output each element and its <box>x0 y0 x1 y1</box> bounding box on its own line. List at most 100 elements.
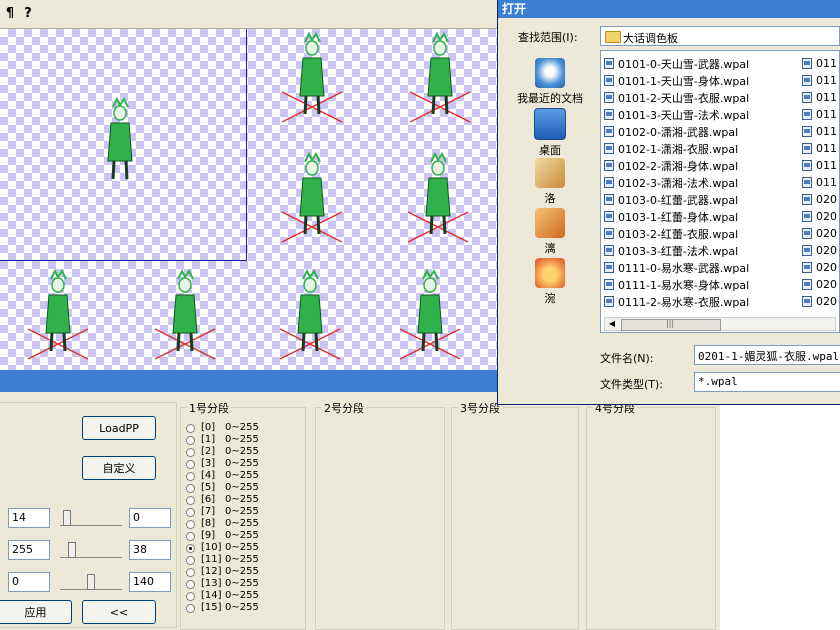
file-item-col2[interactable]: 011 <box>802 89 837 106</box>
segment-index: [8] <box>201 518 216 529</box>
segment-radio-5[interactable]: [5] 0~255 <box>186 482 259 494</box>
segment-radio-11[interactable]: [11] 0~255 <box>186 554 259 566</box>
color-slider-0[interactable] <box>60 509 122 526</box>
color-value-field-0[interactable]: 14 <box>8 508 50 528</box>
segment-radio-10[interactable]: [10] 0~255 <box>186 542 259 554</box>
radio-button[interactable] <box>186 495 195 505</box>
file-item[interactable]: 0102-3-潇湘-法术.wpal <box>604 174 738 191</box>
slider-thumb[interactable] <box>63 510 71 526</box>
file-item[interactable]: 0111-0-易水寒-武器.wpal <box>604 259 749 276</box>
place-li[interactable]: 漓 <box>506 208 594 256</box>
file-item[interactable]: 0102-1-潇湘-衣服.wpal <box>604 140 738 157</box>
radio-button[interactable] <box>186 555 195 565</box>
file-list[interactable]: 0101-0-天山雪-武器.wpal 0101-1-天山雪-身体.wpal 0101… <box>600 50 840 333</box>
segment-3-title: 3号分段 <box>458 400 502 416</box>
palette-file-icon <box>802 160 812 171</box>
segment-range: 0~255 <box>225 482 259 493</box>
color-slider-2[interactable] <box>60 573 122 590</box>
radio-button[interactable] <box>186 471 195 481</box>
file-item-col2[interactable]: 020 <box>802 259 837 276</box>
segment-range: 0~255 <box>225 554 259 565</box>
file-item[interactable]: 0103-0-红蕾-武器.wpal <box>604 191 738 208</box>
file-item-col2[interactable]: 020 <box>802 225 837 242</box>
apply-button[interactable]: 应用 <box>0 600 72 624</box>
file-item[interactable]: 0101-2-天山雪-衣服.wpal <box>604 89 749 106</box>
file-item-col2[interactable]: 020 <box>802 208 837 225</box>
file-item[interactable]: 0101-1-天山雪-身体.wpal <box>604 72 749 89</box>
radio-button[interactable] <box>186 435 195 445</box>
lookin-dropdown[interactable]: 大话调色板 <box>600 26 840 46</box>
segment-radio-14[interactable]: [14] 0~255 <box>186 590 259 602</box>
segment-radio-3[interactable]: [3] 0~255 <box>186 458 259 470</box>
file-item-col2[interactable]: 011 <box>802 55 837 72</box>
collapse-button[interactable]: << <box>82 600 156 624</box>
radio-button[interactable] <box>186 531 195 541</box>
file-item-col2[interactable]: 020 <box>802 191 837 208</box>
segment-radio-8[interactable]: [8] 0~255 <box>186 518 259 530</box>
segment-radio-2[interactable]: [2] 0~255 <box>186 446 259 458</box>
color-value-field-1[interactable]: 255 <box>8 540 50 560</box>
file-item-col2[interactable]: 011 <box>802 174 837 191</box>
file-item[interactable]: 0101-0-天山雪-武器.wpal <box>604 55 749 72</box>
file-item-col2[interactable]: 020 <box>802 276 837 293</box>
segment-radio-9[interactable]: [9] 0~255 <box>186 530 259 542</box>
file-item-col2[interactable]: 020 <box>802 293 837 310</box>
custom-button[interactable]: 自定义 <box>82 456 156 480</box>
radio-button[interactable] <box>186 567 195 577</box>
segment-radio-1[interactable]: [1] 0~255 <box>186 434 259 446</box>
file-item[interactable]: 0103-2-红蕾-衣服.wpal <box>604 225 738 242</box>
radio-button[interactable] <box>186 507 195 517</box>
file-item[interactable]: 0102-2-潇湘-身体.wpal <box>604 157 738 174</box>
segment-range: 0~255 <box>225 470 259 481</box>
place-recent[interactable]: 我最近的文档 <box>506 58 594 106</box>
color-slider-1[interactable] <box>60 541 122 558</box>
radio-button[interactable] <box>186 459 195 469</box>
radio-button[interactable] <box>186 483 195 493</box>
file-item[interactable]: 0103-3-红蕾-法术.wpal <box>604 242 738 259</box>
color-output-field-2[interactable]: 140 <box>129 572 171 592</box>
file-name: 0101-0-天山雪-武器.wpal <box>618 57 750 71</box>
file-item-col2[interactable]: 011 <box>802 106 837 123</box>
file-item-col2[interactable]: 020 <box>802 242 837 259</box>
scroll-left-arrow[interactable]: ◀ <box>606 319 618 329</box>
file-item[interactable]: 0111-2-易水寒-衣服.wpal <box>604 293 749 310</box>
filetype-select[interactable]: *.wpal <box>694 372 840 392</box>
place-luo[interactable]: 洛 <box>506 158 594 206</box>
segment-radio-13[interactable]: [13] 0~255 <box>186 578 259 590</box>
file-item-col2[interactable]: 011 <box>802 123 837 140</box>
help-icon[interactable]: ? <box>20 6 36 22</box>
loadpp-button[interactable]: LoadPP <box>82 416 156 440</box>
radio-button[interactable] <box>186 579 195 589</box>
file-item[interactable]: 0103-1-红蕾-身体.wpal <box>604 208 738 225</box>
radio-button[interactable] <box>186 519 195 529</box>
color-output-field-1[interactable]: 38 <box>129 540 171 560</box>
file-item-col2[interactable]: 011 <box>802 157 837 174</box>
segment-radio-0[interactable]: [0] 0~255 <box>186 422 259 434</box>
filename-input[interactable]: 0201-1-媚灵狐-衣服.wpal <box>694 345 840 365</box>
paragraph-icon[interactable]: ¶ <box>2 6 18 22</box>
segment-radio-6[interactable]: [6] 0~255 <box>186 494 259 506</box>
file-item-col2[interactable]: 011 <box>802 140 837 157</box>
radio-button[interactable] <box>186 603 195 613</box>
file-item[interactable]: 0101-3-天山雪-法术.wpal <box>604 106 749 123</box>
radio-button[interactable] <box>186 423 195 433</box>
horizontal-scrollbar[interactable]: ◀ ||| <box>604 317 836 331</box>
segment-radio-12[interactable]: [12] 0~255 <box>186 566 259 578</box>
file-item-col2[interactable]: 011 <box>802 72 837 89</box>
segment-radio-7[interactable]: [7] 0~255 <box>186 506 259 518</box>
color-output-field-0[interactable]: 0 <box>129 508 171 528</box>
segment-radio-4[interactable]: [4] 0~255 <box>186 470 259 482</box>
palette-file-icon <box>802 296 812 307</box>
color-value-field-2[interactable]: 0 <box>8 572 50 592</box>
segment-radio-15[interactable]: [15] 0~255 <box>186 602 259 614</box>
slider-thumb[interactable] <box>87 574 95 590</box>
scrollbar-thumb[interactable]: ||| <box>621 319 721 331</box>
slider-thumb[interactable] <box>68 542 76 558</box>
file-item[interactable]: 0102-0-潇湘-武器.wpal <box>604 123 738 140</box>
radio-button[interactable] <box>186 447 195 457</box>
place-desktop[interactable]: 桌面 <box>506 108 594 158</box>
radio-button[interactable] <box>186 591 195 601</box>
radio-button[interactable] <box>186 543 195 553</box>
file-item[interactable]: 0111-1-易水寒-身体.wpal <box>604 276 749 293</box>
place-wan[interactable]: 涴 <box>506 258 594 306</box>
